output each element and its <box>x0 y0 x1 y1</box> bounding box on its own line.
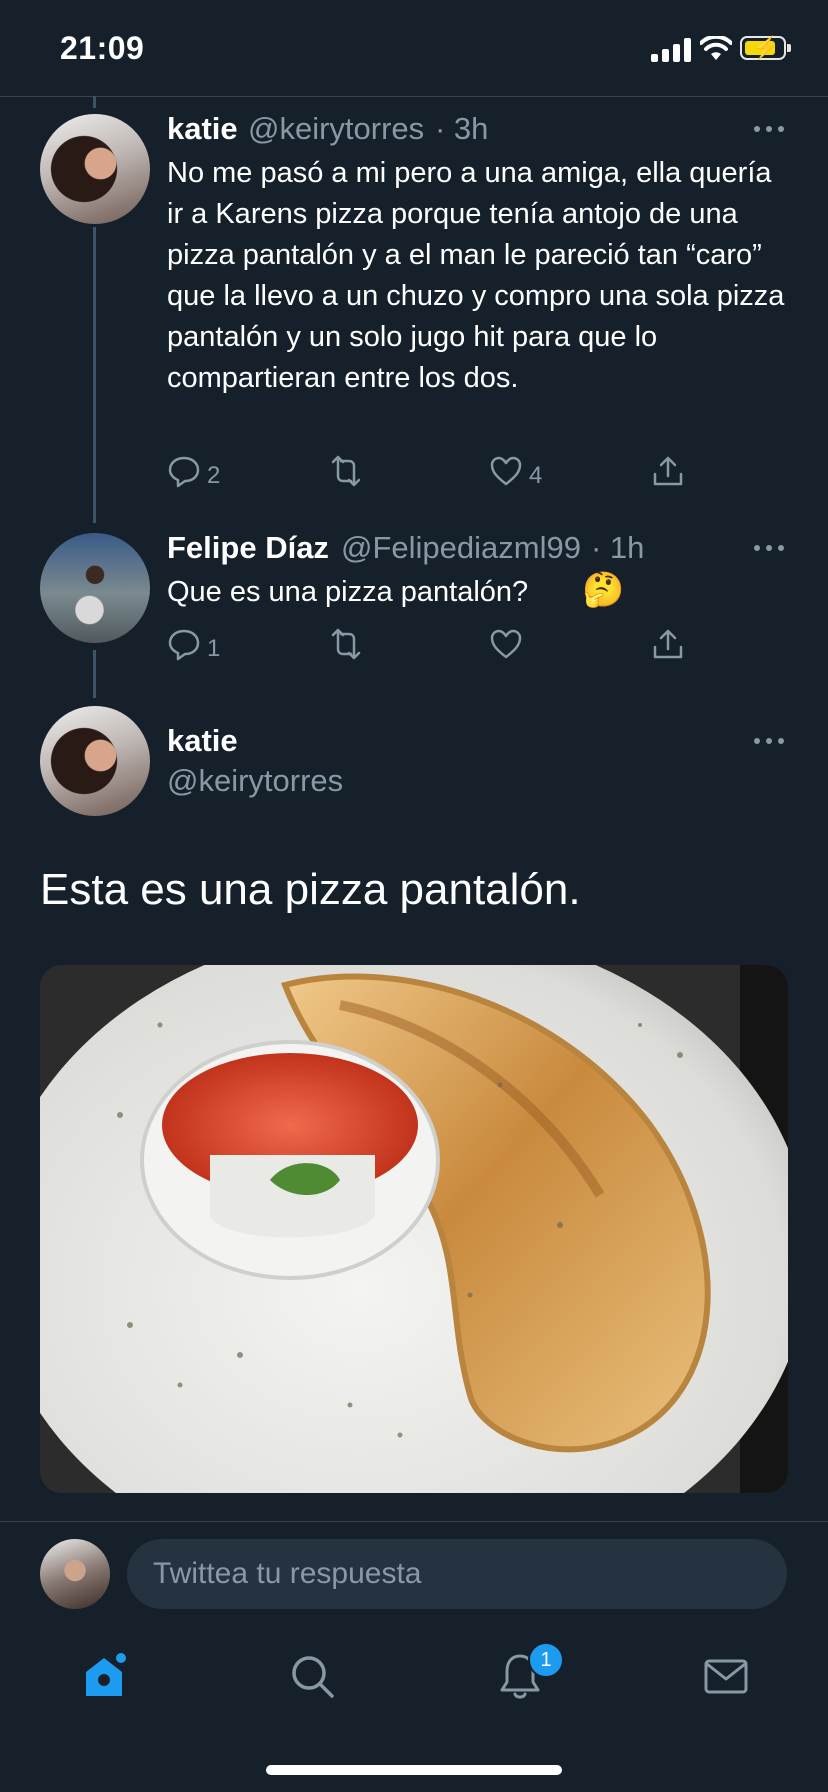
like-button[interactable] <box>489 627 529 663</box>
main-tweet-text: Esta es una pizza pantalón. <box>40 865 581 914</box>
share-button[interactable] <box>651 454 687 490</box>
messages-icon[interactable] <box>702 1652 750 1700</box>
retweet-button[interactable] <box>327 454 367 490</box>
tweet-text: No me pasó a mi pero a una amiga, ella q… <box>167 157 785 394</box>
tweet-actions: 2 4 <box>167 454 687 494</box>
calzone-photo[interactable] <box>40 965 788 1493</box>
thread-line <box>93 96 96 108</box>
reply-icon <box>168 456 200 488</box>
avatar[interactable] <box>40 114 150 224</box>
retweet-icon <box>331 628 361 660</box>
retweet-icon <box>331 455 361 487</box>
main-tweet-author-name[interactable]: katie <box>167 723 238 759</box>
tweet-author-handle[interactable]: @keirytorres <box>248 111 424 147</box>
share-button[interactable] <box>651 627 687 663</box>
tweet-author-name[interactable]: Felipe Díaz <box>167 530 329 566</box>
search-icon[interactable] <box>288 1652 336 1700</box>
more-options-icon[interactable] <box>754 543 788 553</box>
reply-button[interactable]: 2 <box>167 454 227 490</box>
status-bar: 21:09 ⚡ <box>0 0 828 97</box>
share-icon <box>653 456 683 486</box>
tweet-timestamp: · 3h <box>435 111 489 146</box>
wifi-icon <box>700 36 732 60</box>
notification-badge: 1 <box>528 1642 564 1678</box>
reply-input[interactable]: Twittea tu respuesta <box>127 1539 787 1609</box>
heart-icon <box>490 629 522 659</box>
avatar[interactable] <box>40 533 150 643</box>
like-button[interactable]: 4 <box>489 454 549 490</box>
tweet-actions: 1 <box>167 627 687 667</box>
avatar[interactable] <box>40 706 150 816</box>
thinking-emoji: 🤔 <box>582 571 625 609</box>
reply-count: 1 <box>207 635 221 662</box>
more-options-icon[interactable] <box>754 124 788 134</box>
reply-bar: Twittea tu respuesta <box>0 1521 828 1614</box>
retweet-button[interactable] <box>327 627 367 663</box>
share-icon <box>653 629 683 659</box>
calzone-image <box>40 965 788 1493</box>
avatar[interactable] <box>40 1539 110 1609</box>
cellular-signal-icon <box>651 38 693 62</box>
tweet-author-handle[interactable]: @Felipediazml99 <box>341 530 581 566</box>
reply-placeholder: Twittea tu respuesta <box>153 1557 422 1590</box>
heart-icon <box>490 456 522 486</box>
home-icon[interactable] <box>80 1652 128 1700</box>
thread-line <box>93 227 96 523</box>
status-time: 21:09 <box>60 30 145 66</box>
reply-icon <box>168 629 200 661</box>
like-count: 4 <box>529 462 543 489</box>
reply-button[interactable]: 1 <box>167 627 227 663</box>
more-options-icon[interactable] <box>754 736 788 746</box>
reply-count: 2 <box>207 462 221 489</box>
thread-line <box>93 650 96 698</box>
battery-charging-icon: ⚡ <box>740 35 791 60</box>
tweet-author-name[interactable]: katie <box>167 111 238 147</box>
tweet-timestamp: · 1h <box>591 530 645 565</box>
home-indicator[interactable] <box>266 1765 562 1775</box>
main-tweet-author-handle[interactable]: @keirytorres <box>167 763 343 799</box>
tweet-text: Que es una pizza pantalón? <box>167 576 529 608</box>
